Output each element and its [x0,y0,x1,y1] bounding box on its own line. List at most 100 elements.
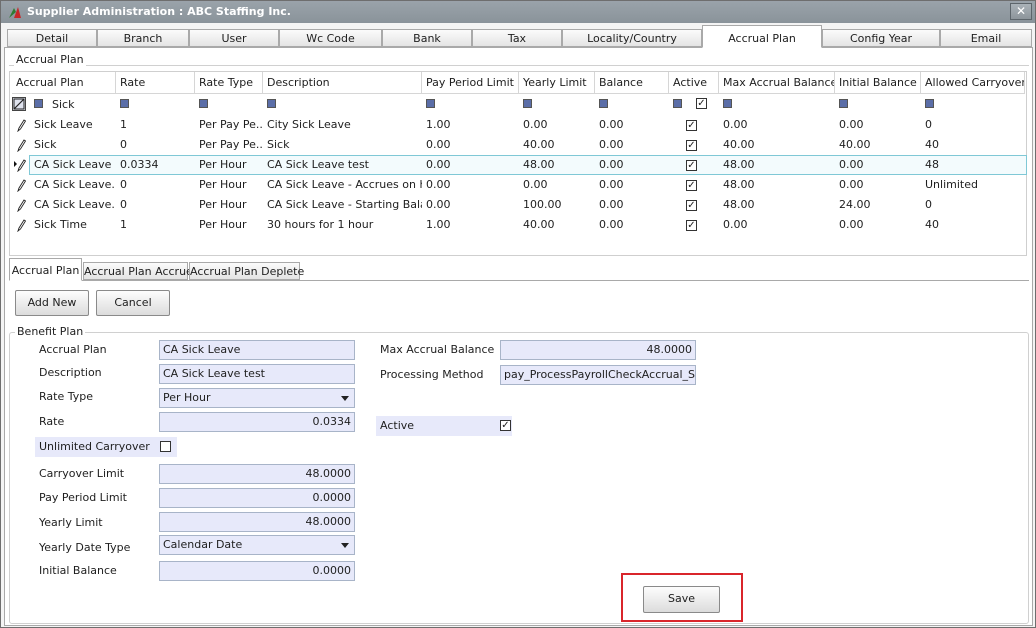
filter-condition-icon[interactable] [267,99,276,108]
filter-condition-icon[interactable] [599,99,608,108]
edit-pencil-icon[interactable] [14,138,26,152]
tab-detail[interactable]: Detail [7,29,97,47]
subtab-accrual-plan-accrue[interactable]: Accrual Plan Accrue [83,262,193,280]
column-header-allowed-carryover[interactable]: Allowed Carryover [921,72,1025,94]
unlimited-carryover-checkbox[interactable] [160,441,171,452]
active-checkbox[interactable]: ✓ [686,140,697,151]
yearly-limit-field[interactable]: 48.0000 [159,512,355,532]
processing-method-field[interactable]: pay_ProcessPayrollCheckAccrual_SickL [500,365,696,385]
rate-field[interactable]: 0.0334 [159,412,355,432]
column-header-initial-balance[interactable]: Initial Balance [835,72,921,94]
benefit-plan-group-label: Benefit Plan [15,325,86,338]
filter-accrual-plan-value[interactable]: Sick [52,98,74,111]
cancel-button[interactable]: Cancel [96,290,170,316]
active-checkbox[interactable]: ✓ [500,420,511,431]
column-header-pay-period-limit[interactable]: Pay Period Limit [422,72,519,94]
column-header-active[interactable]: Active [669,72,719,94]
filter-condition-icon[interactable] [925,99,934,108]
active-checkbox[interactable]: ✓ [686,120,697,131]
cell-balance: 0.00 [599,218,624,231]
cell-yearly-limit: 0.00 [523,118,548,131]
tab-tax[interactable]: Tax [472,29,562,47]
chevron-down-icon[interactable] [341,396,349,401]
tab-config-year[interactable]: Config Year [822,29,940,47]
rate-type-select[interactable]: Per Hour [159,388,355,408]
cell-pay-period-limit: 0.00 [426,178,451,191]
save-button[interactable]: Save [643,586,720,613]
filter-condition-icon[interactable] [426,99,435,108]
edit-pencil-icon[interactable] [14,158,26,172]
max-accrual-balance-field[interactable]: 48.0000 [500,340,696,360]
description-field[interactable]: CA Sick Leave test [159,364,355,384]
filter-condition-icon[interactable] [523,99,532,108]
column-header-description[interactable]: Description [263,72,422,94]
app-window: Supplier Administration : ABC Staffing I… [0,0,1036,628]
cell-balance: 0.00 [599,118,624,131]
column-header-balance[interactable]: Balance [595,72,669,94]
column-header-rate[interactable]: Rate [116,72,195,94]
window-title: Supplier Administration : ABC Staffing I… [27,5,291,18]
yearly-limit-label: Yearly Limit [39,516,103,529]
active-checkbox[interactable]: ✓ [686,180,697,191]
chevron-down-icon[interactable] [341,543,349,548]
initial-balance-field[interactable]: 0.0000 [159,561,355,581]
tab-bank[interactable]: Bank [382,29,472,47]
edit-pencil-icon[interactable] [14,218,26,232]
yearly-date-type-select[interactable]: Calendar Date [159,535,355,555]
cell-rate-type: Per Hour [199,198,247,211]
cell-accrual-plan: CA Sick Leave... [34,178,116,191]
cell-rate: 0 [120,198,127,211]
close-button[interactable]: ✕ [1010,3,1032,20]
edit-pencil-icon[interactable] [14,118,26,132]
cell-pay-period-limit: 0.00 [426,158,451,171]
accrual-plan-field[interactable]: CA Sick Leave [159,340,355,360]
title-bar[interactable]: Supplier Administration : ABC Staffing I… [1,1,1035,23]
cell-description: CA Sick Leave - Starting Bala... [267,198,422,211]
tab-accrual-plan[interactable]: Accrual Plan [702,25,822,48]
filter-active-checkbox[interactable]: ✓ [696,98,707,109]
cell-yearly-limit: 48.00 [523,158,555,171]
cell-pay-period-limit: 1.00 [426,218,451,231]
add-new-button[interactable]: Add New [15,290,89,316]
tab-wc-code[interactable]: Wc Code [279,29,382,47]
edit-pencil-icon[interactable] [14,178,26,192]
cell-description: 30 hours for 1 hour [267,218,374,231]
filter-condition-icon[interactable] [673,99,682,108]
cell-yearly-limit: 40.00 [523,218,555,231]
filter-condition-icon[interactable] [34,99,43,108]
carryover-limit-field[interactable]: 48.0000 [159,464,355,484]
filter-condition-icon[interactable] [723,99,732,108]
subtab-accrual-plan[interactable]: Accrual Plan [9,258,82,281]
cell-initial-balance: 24.00 [839,198,871,211]
pay-period-limit-label: Pay Period Limit [39,491,127,504]
cell-accrual-plan: CA Sick Leave... [34,198,116,211]
active-checkbox[interactable]: ✓ [686,200,697,211]
cell-allowed-carryover: 40 [925,138,939,151]
cell-max-accrual-balance: 40.00 [723,138,755,151]
filter-condition-icon[interactable] [199,99,208,108]
column-header-max-accrual-balance[interactable]: Max Accrual Balance [719,72,835,94]
active-checkbox[interactable]: ✓ [686,160,697,171]
cell-description: Sick [267,138,290,151]
column-header-accrual-plan[interactable]: Accrual Plan [12,72,116,94]
cell-rate: 0 [120,138,127,151]
column-header-rate-type[interactable]: Rate Type [195,72,263,94]
filter-clear-icon[interactable] [12,97,26,111]
tab-locality-country[interactable]: Locality/Country [562,29,702,47]
tab-branch[interactable]: Branch [97,29,189,47]
pay-period-limit-field[interactable]: 0.0000 [159,488,355,508]
column-header-yearly-limit[interactable]: Yearly Limit [519,72,595,94]
cell-accrual-plan: CA Sick Leave [34,158,112,171]
cell-balance: 0.00 [599,138,624,151]
subtab-accrual-plan-deplete[interactable]: Accrual Plan Deplete [189,262,304,280]
active-checkbox[interactable]: ✓ [686,220,697,231]
tab-user[interactable]: User [189,29,279,47]
carryover-limit-label: Carryover Limit [39,467,125,480]
cell-accrual-plan: Sick [34,138,57,151]
active-label: Active [380,419,415,432]
yearly-date-type-value: Calendar Date [163,538,243,551]
filter-condition-icon[interactable] [839,99,848,108]
filter-condition-icon[interactable] [120,99,129,108]
tab-email[interactable]: Email [940,29,1032,47]
edit-pencil-icon[interactable] [14,198,26,212]
